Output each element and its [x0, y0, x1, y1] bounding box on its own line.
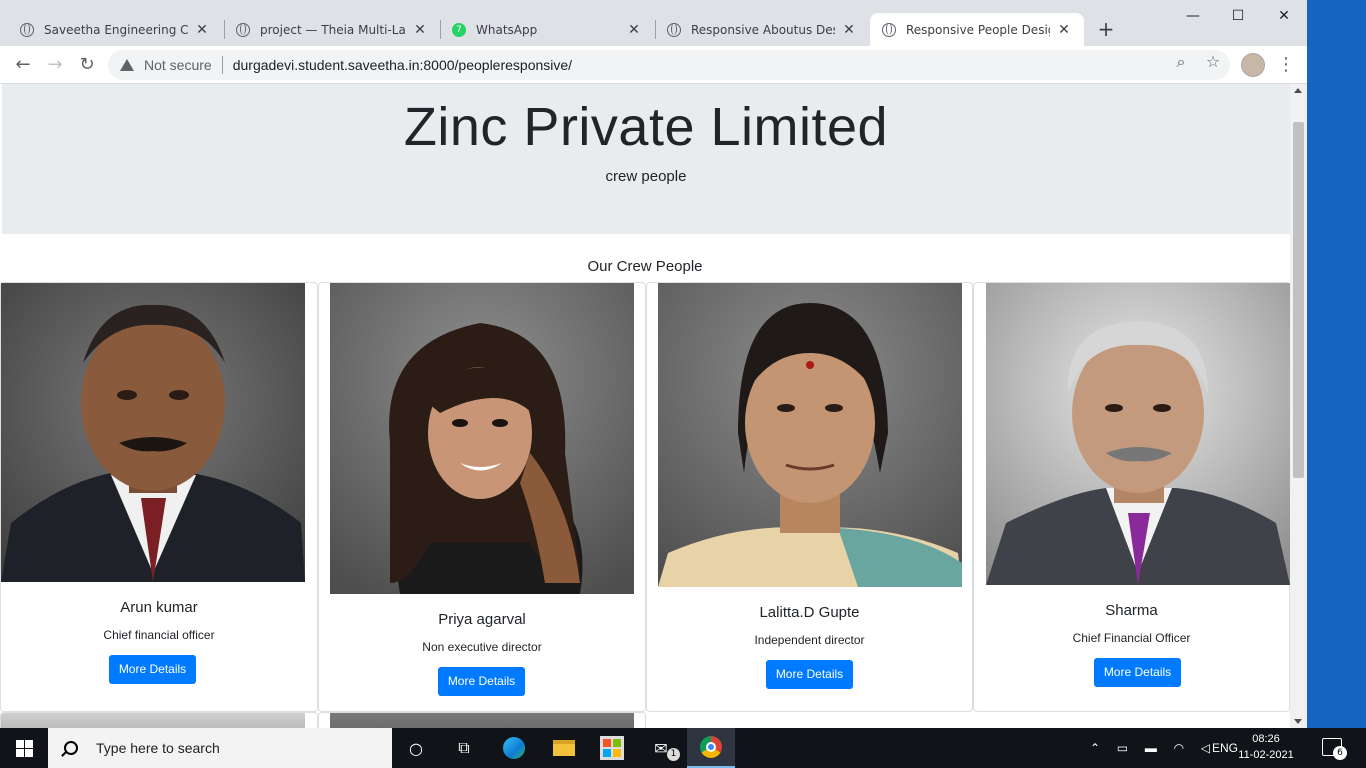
minimize-button[interactable]: —: [1178, 8, 1208, 24]
page-subtitle: crew people: [605, 168, 687, 185]
notification-count: 6: [1333, 746, 1347, 760]
browser-toolbar: ← → ↻ Not secure durgadevi.student.savee…: [0, 46, 1307, 84]
close-icon[interactable]: ✕: [1056, 22, 1072, 38]
tab-label: WhatsApp: [476, 22, 538, 37]
taskbar-search[interactable]: Type here to search: [48, 728, 392, 768]
tab-whatsapp[interactable]: 7 WhatsApp ✕: [440, 13, 654, 46]
windows-logo-icon: [15, 739, 33, 757]
person-role: Chief financial officer: [103, 628, 215, 642]
person-photo: [658, 283, 962, 587]
section-title: Our Crew People: [587, 258, 703, 275]
person-photo: [330, 283, 634, 594]
warning-icon: [120, 59, 134, 71]
clock-date: 11-02-2021: [1238, 749, 1294, 761]
person-card: Sharma Chief Financial Officer More Deta…: [973, 282, 1290, 712]
security-label[interactable]: Not secure: [144, 57, 212, 73]
scroll-down-arrow-icon[interactable]: [1294, 719, 1302, 724]
person-name: Lalitta.D Gupte: [759, 604, 860, 621]
person-photo: [1, 713, 305, 728]
maximize-button[interactable]: ☐: [1223, 8, 1253, 24]
back-button[interactable]: ←: [11, 53, 35, 77]
forward-button[interactable]: →: [43, 53, 67, 77]
more-details-button[interactable]: More Details: [109, 655, 196, 684]
more-details-button[interactable]: More Details: [1094, 658, 1181, 687]
globe-icon: [236, 22, 250, 37]
bookmark-star-icon[interactable]: ☆: [1201, 52, 1225, 71]
desktop-background: [1307, 0, 1366, 728]
search-icon: [64, 741, 78, 755]
globe-icon: [882, 22, 896, 37]
person-photo: [986, 283, 1290, 585]
tab-label: Responsive Aboutus Design: [691, 22, 835, 37]
tab-aboutus-design[interactable]: Responsive Aboutus Design ✕: [655, 13, 869, 46]
person-photo: [1, 283, 305, 582]
mail-badge: 1: [667, 748, 680, 761]
reload-button[interactable]: ↻: [75, 53, 99, 77]
person-name: Arun kumar: [120, 599, 198, 616]
language-indicator[interactable]: ENG: [1212, 728, 1238, 768]
more-details-button[interactable]: More Details: [438, 667, 525, 696]
wifi-icon[interactable]: ◠: [1174, 741, 1184, 755]
store-icon[interactable]: [588, 728, 636, 768]
globe-icon: [20, 22, 34, 37]
cortana-icon[interactable]: ○: [392, 728, 440, 768]
scroll-thumb[interactable]: [1293, 122, 1304, 478]
person-card: Priya agarval Non executive director Mor…: [318, 282, 646, 712]
mail-icon[interactable]: ✉ 1: [637, 728, 685, 768]
person-name: Sharma: [1105, 602, 1158, 619]
edge-icon[interactable]: [490, 728, 538, 768]
new-tab-button[interactable]: +: [1096, 17, 1116, 41]
profile-avatar[interactable]: [1241, 53, 1265, 77]
close-icon[interactable]: ✕: [194, 22, 210, 38]
clock[interactable]: 08:26 11-02-2021: [1238, 731, 1294, 763]
search-placeholder: Type here to search: [96, 740, 220, 756]
page-viewport: Zinc Private Limited crew people Our Cre…: [0, 84, 1290, 728]
tab-people-design[interactable]: Responsive People Design ✕: [870, 13, 1084, 46]
url-text[interactable]: durgadevi.student.saveetha.in:8000/peopl…: [233, 57, 572, 73]
address-bar[interactable]: Not secure durgadevi.student.saveetha.in…: [108, 50, 1230, 80]
person-role: Independent director: [754, 633, 865, 647]
close-icon[interactable]: ✕: [626, 22, 642, 38]
start-button[interactable]: [0, 728, 48, 768]
person-card: [318, 712, 646, 728]
tab-theia-project[interactable]: project — Theia Multi-Language ✕: [224, 13, 440, 46]
chrome-icon[interactable]: [687, 728, 735, 768]
battery-icon[interactable]: ▬: [1145, 741, 1157, 755]
close-window-button[interactable]: ✕: [1269, 8, 1299, 24]
person-card: [0, 712, 318, 728]
file-explorer-icon[interactable]: [540, 728, 588, 768]
volume-icon[interactable]: ◁: [1201, 741, 1210, 755]
more-details-button[interactable]: More Details: [766, 660, 853, 689]
page-title: Zinc Private Limited: [403, 97, 889, 157]
scroll-up-arrow-icon[interactable]: [1294, 88, 1302, 93]
zoom-icon[interactable]: ⌕: [1169, 52, 1193, 72]
tab-strip: Saveetha Engineering College ✕ project —…: [0, 0, 1307, 46]
person-role: Non executive director: [422, 640, 542, 654]
tab-saveetha[interactable]: Saveetha Engineering College ✕: [8, 13, 222, 46]
whatsapp-icon: 7: [452, 22, 466, 37]
windows-taskbar: Type here to search ○ ⧉ ✉ 1 ⌃ ▭ ▬ ◠ ◁ ENG…: [0, 728, 1366, 768]
tab-label: project — Theia Multi-Language: [260, 22, 406, 37]
tab-label: Saveetha Engineering College: [44, 22, 188, 37]
meet-now-icon[interactable]: ▭: [1117, 741, 1128, 755]
globe-icon: [667, 22, 681, 37]
jumbotron: Zinc Private Limited crew people: [2, 84, 1290, 234]
chevron-up-icon[interactable]: ⌃: [1090, 741, 1100, 755]
person-card: Lalitta.D Gupte Independent director Mor…: [646, 282, 973, 712]
close-icon[interactable]: ✕: [841, 22, 857, 38]
tab-label: Responsive People Design: [906, 22, 1050, 37]
menu-kebab-icon[interactable]: ⋮: [1276, 53, 1296, 77]
person-role: Chief Financial Officer: [1072, 631, 1191, 645]
page-scrollbar[interactable]: [1290, 84, 1307, 728]
person-card: Arun kumar Chief financial officer More …: [0, 282, 318, 712]
task-view-icon[interactable]: ⧉: [440, 728, 488, 768]
browser-window: Saveetha Engineering College ✕ project —…: [0, 0, 1307, 728]
person-photo: [330, 713, 634, 728]
clock-time: 08:26: [1252, 733, 1280, 745]
system-tray: ⌃ ▭ ▬ ◠ ◁: [1090, 728, 1210, 768]
close-icon[interactable]: ✕: [412, 22, 428, 38]
person-name: Priya agarval: [438, 611, 526, 628]
